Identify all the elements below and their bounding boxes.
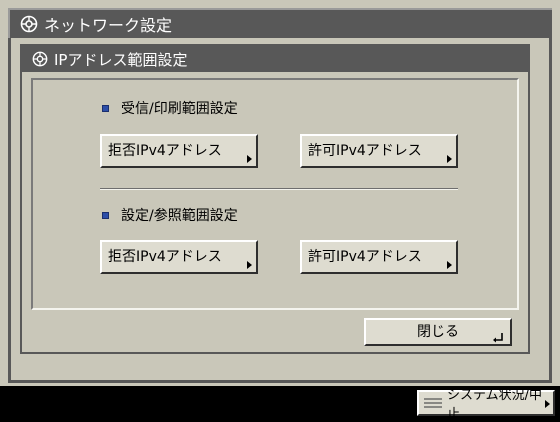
- arrow-right-icon: [247, 155, 252, 163]
- button-label: 許可IPv4アドレス: [308, 143, 422, 159]
- section-receive-print-label: 受信/印刷範囲設定: [102, 98, 238, 118]
- close-button-label: 閉じる: [417, 324, 459, 340]
- screen: ネットワーク設定 IPアドレス範囲設定 受信/印刷範囲設定 拒否IPv4アドレス…: [0, 0, 560, 386]
- arrow-right-icon: [247, 261, 252, 269]
- reference-deny-ipv4-button[interactable]: 拒否IPv4アドレス: [100, 240, 258, 274]
- reference-allow-ipv4-button[interactable]: 許可IPv4アドレス: [300, 240, 458, 274]
- arrow-right-icon: [447, 155, 452, 163]
- section-divider: [100, 188, 458, 190]
- status-lines-icon: [423, 396, 443, 410]
- settings-gear-icon: [32, 51, 48, 67]
- window-title-bar: ネットワーク設定: [8, 8, 552, 38]
- section-settings-reference-label: 設定/参照範囲設定: [102, 205, 238, 225]
- dialog-title-bar: IPアドレス範囲設定: [22, 46, 528, 72]
- enter-icon: [492, 327, 504, 343]
- system-status-label: システム状況/中止: [447, 388, 542, 422]
- bullet-icon: [102, 104, 109, 112]
- close-button[interactable]: 閉じる: [364, 318, 512, 346]
- arrow-right-icon: [545, 400, 550, 408]
- window-title: ネットワーク設定: [44, 16, 173, 35]
- button-label: 許可IPv4アドレス: [308, 249, 422, 265]
- button-label: 拒否IPv4アドレス: [108, 249, 222, 265]
- bullet-icon: [102, 211, 109, 219]
- button-label: 拒否IPv4アドレス: [108, 143, 222, 159]
- arrow-right-icon: [447, 261, 452, 269]
- section-title: 設定/参照範囲設定: [121, 208, 238, 224]
- settings-gear-icon: [20, 15, 38, 33]
- ip-range-dialog: IPアドレス範囲設定: [20, 44, 530, 354]
- section-title: 受信/印刷範囲設定: [121, 101, 238, 117]
- dialog-title: IPアドレス範囲設定: [54, 50, 188, 69]
- receive-allow-ipv4-button[interactable]: 許可IPv4アドレス: [300, 134, 458, 168]
- receive-deny-ipv4-button[interactable]: 拒否IPv4アドレス: [100, 134, 258, 168]
- system-status-stop-button[interactable]: システム状況/中止: [417, 388, 555, 422]
